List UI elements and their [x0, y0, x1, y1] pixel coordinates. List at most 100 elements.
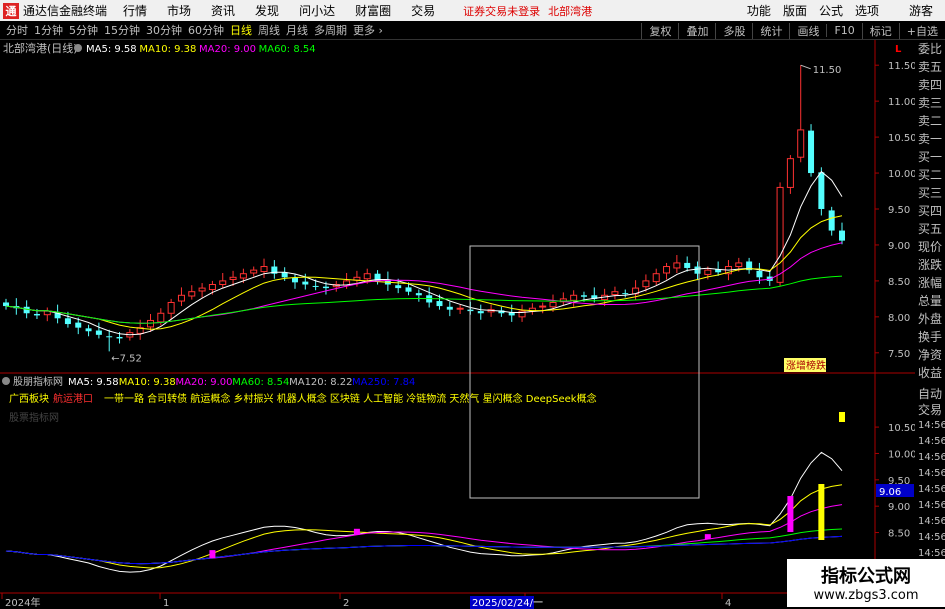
chart-tool-4[interactable]: 画线 — [789, 22, 826, 39]
candle-body — [239, 273, 247, 279]
menu-item-3[interactable]: 发现 — [255, 2, 279, 19]
notice-stock: 北部湾港 — [548, 4, 593, 18]
right-menu-item-2[interactable]: 公式 — [819, 2, 843, 19]
side-label-16: 换手 — [918, 330, 943, 344]
candle-body — [580, 295, 587, 297]
candle-body — [250, 269, 258, 274]
side-label-13: 涨幅 — [918, 276, 943, 290]
period-tab-6[interactable]: 日线 — [230, 22, 252, 38]
candle-body — [549, 301, 557, 308]
menu-item-6[interactable]: 交易 — [411, 2, 435, 19]
menu-item-1[interactable]: 市场 — [167, 2, 191, 19]
corner-mark: L — [895, 44, 902, 55]
period-tabs: 分时 1分钟 5分钟 15分钟 30分钟 60分钟 日线 周线 月线 多周期 更多 › — [0, 22, 383, 38]
indicator-name: 股朋指标网 — [13, 375, 63, 388]
period-tab-7[interactable]: 周线 — [258, 22, 280, 38]
indicator-subtitle: 股票指标网 — [9, 411, 59, 424]
period-tab-0[interactable]: 分时 — [6, 22, 28, 38]
period-tab-5[interactable]: 60分钟 — [188, 22, 224, 38]
ind-y-tick-label-0: 10.50 — [888, 423, 915, 434]
candle-body — [436, 301, 443, 307]
x-label-2: 2 — [343, 598, 349, 609]
cursor-date-label: 2025/02/24/一 — [472, 598, 543, 609]
candle-body — [818, 172, 825, 209]
candle-body — [456, 307, 464, 310]
menu-item-2[interactable]: 资讯 — [211, 2, 235, 19]
chart-area[interactable]: 北部湾港(日线) MA5: 9.58 MA10: 9.38 MA20: 9.00 MA6… — [0, 40, 915, 609]
signal-marker — [787, 496, 794, 532]
signal-marker — [704, 534, 711, 540]
candle-body — [797, 129, 805, 158]
candle-body — [312, 285, 319, 287]
indicator-ma-1: MA10: 9.38 — [119, 377, 176, 388]
period-tab-9[interactable]: 多周期 — [314, 22, 347, 38]
side-label-9: 买四 — [918, 204, 943, 218]
ma-legend-2: MA20: 9.00 — [199, 44, 256, 55]
candle-body — [167, 301, 175, 314]
guest-label[interactable]: 游客 — [909, 2, 933, 19]
candle-body — [116, 336, 123, 339]
app-window: 通 通达信金融终端 行情 市场 资讯 发现 问小达 财富圈 交易 证券交易未登录 北部湾港 … — [0, 0, 945, 609]
candle-body — [64, 318, 71, 325]
candle-body — [395, 285, 402, 289]
candle-body — [642, 280, 650, 288]
title-right: 功能 版面 公式 选项 游客 — [747, 0, 945, 21]
chart-tool-2[interactable]: 多股 — [715, 22, 752, 39]
chart-tool-6[interactable]: 标记 — [861, 22, 899, 39]
side-bottom-8: 14:56 — [918, 516, 945, 527]
current-value-label: 9.06 — [879, 487, 901, 498]
side-label-2: 卖四 — [918, 78, 943, 92]
side-label-4: 卖二 — [918, 114, 943, 128]
candle-body — [229, 276, 237, 280]
candle-body — [756, 270, 763, 278]
candle-body — [219, 280, 227, 285]
indicator-ma-2: MA20: 9.00 — [176, 377, 233, 388]
candle-body — [446, 306, 453, 310]
side-bottom-3: 14:56 — [918, 436, 945, 447]
side-label-17: 净资 — [918, 348, 943, 362]
candle-body — [23, 306, 30, 314]
chart-background — [0, 40, 915, 609]
menu-item-4[interactable]: 问小达 — [299, 2, 335, 19]
candle-body — [405, 287, 412, 292]
period-tab-8[interactable]: 月线 — [286, 22, 308, 38]
candle-body — [539, 305, 547, 308]
login-notice[interactable]: 证券交易未登录 — [463, 3, 540, 19]
candle-body — [828, 210, 835, 231]
indicator-settings-icon[interactable] — [2, 377, 10, 385]
right-menu-item-1[interactable]: 版面 — [783, 2, 807, 19]
candle-body — [704, 269, 712, 275]
chart-tool-3[interactable]: 统计 — [752, 22, 789, 39]
side-bottom-6: 14:56 — [918, 484, 945, 495]
candle-body — [146, 319, 154, 328]
sector-highlight: 航运港口 — [53, 392, 93, 405]
period-tab-3[interactable]: 15分钟 — [104, 22, 140, 38]
menu-item-0[interactable]: 行情 — [123, 2, 147, 19]
chart-tool-5[interactable]: F10 — [826, 24, 861, 37]
settings-icon[interactable] — [74, 44, 82, 52]
side-label-3: 卖三 — [918, 96, 943, 110]
menu-item-5[interactable]: 财富圈 — [355, 2, 391, 19]
ma-legend-1: MA10: 9.38 — [139, 44, 196, 55]
side-label-12: 涨跌 — [918, 258, 943, 272]
candle-body — [33, 313, 40, 316]
chart-tool-0[interactable]: 复权 — [641, 22, 678, 39]
x-label-1: 1 — [163, 598, 169, 609]
indicator-ma-4: MA120: 8.22 — [289, 377, 352, 388]
candle-body — [208, 284, 216, 291]
right-menu-item-0[interactable]: 功能 — [747, 2, 771, 19]
candle-body — [839, 230, 845, 241]
right-menu-item-3[interactable]: 选项 — [855, 2, 879, 19]
chart-tool-7[interactable]: +自选 — [898, 22, 945, 39]
candle-body — [188, 291, 196, 297]
y-tick-label-5: 9.00 — [888, 241, 910, 252]
period-tab-10[interactable]: 更多 › — [353, 22, 383, 38]
candle-body — [684, 262, 691, 268]
candle-body — [260, 266, 268, 273]
period-tab-1[interactable]: 1分钟 — [34, 22, 63, 38]
candle-body — [808, 130, 815, 174]
chart-tool-1[interactable]: 叠加 — [678, 22, 715, 39]
period-tab-4[interactable]: 30分钟 — [146, 22, 182, 38]
period-tab-2[interactable]: 5分钟 — [69, 22, 98, 38]
candle-body — [3, 302, 9, 307]
